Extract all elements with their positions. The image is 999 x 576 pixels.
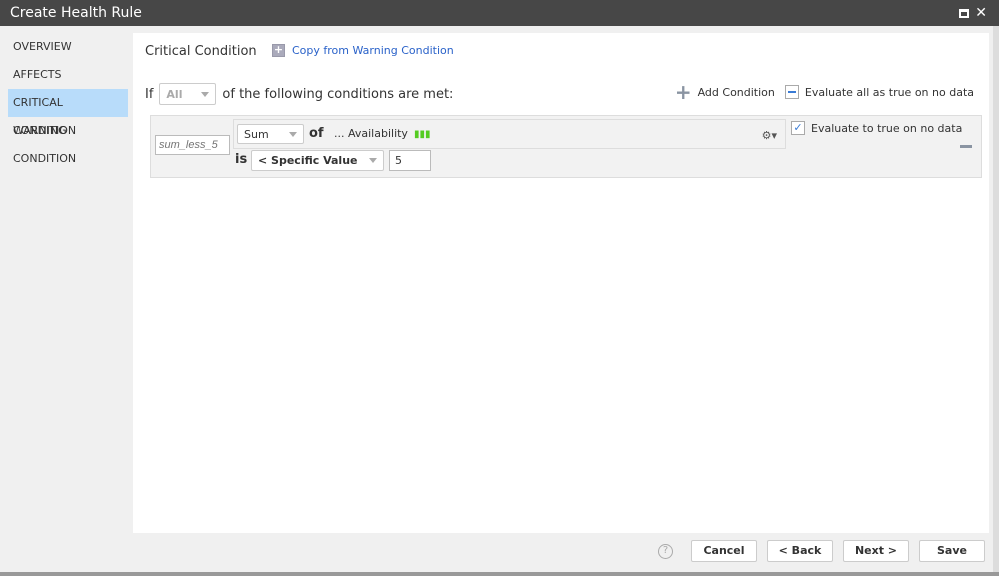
sidebar-item-overview[interactable]: OVERVIEW <box>0 33 130 61</box>
checkmark-icon: ✓ <box>791 121 805 135</box>
sidebar: OVERVIEW AFFECTS CRITICAL CONDITION WARN… <box>0 33 130 165</box>
evaluate-all-toggle[interactable]: Evaluate all as true on no data <box>784 85 974 99</box>
cancel-button[interactable]: Cancel <box>691 540 757 562</box>
match-suffix: of the following conditions are met: <box>222 86 454 102</box>
metric-link[interactable]: ... Availability <box>334 127 408 140</box>
main-panel: Critical Condition + Copy from Warning C… <box>133 33 989 533</box>
chevron-down-icon <box>201 91 210 97</box>
sidebar-item-warning-condition[interactable]: WARNING CONDITION <box>0 117 130 165</box>
next-button[interactable]: Next > <box>843 540 909 562</box>
scrollbar[interactable] <box>993 26 999 572</box>
value-input[interactable]: 5 <box>389 150 431 171</box>
bottom-border <box>0 572 999 576</box>
comparison-select[interactable]: < Specific Value <box>251 150 384 171</box>
copy-link-label: Copy from Warning Condition <box>292 44 454 57</box>
plus-icon: + <box>674 80 692 104</box>
sidebar-item-critical-condition[interactable]: CRITICAL CONDITION <box>8 89 128 137</box>
sidebar-item-affects[interactable]: AFFECTS <box>0 61 130 89</box>
evaluate-true-label: Evaluate to true on no data <box>811 121 963 135</box>
is-label: is <box>235 152 248 167</box>
chevron-down-icon <box>289 131 297 137</box>
copy-from-warning-link[interactable]: + Copy from Warning Condition <box>272 44 454 57</box>
window-title: Create Health Rule <box>10 5 142 21</box>
close-icon[interactable]: ✕ <box>975 0 987 26</box>
condition-name-input[interactable] <box>155 135 230 155</box>
aggregation-value: Sum <box>244 127 269 141</box>
evaluate-all-label: Evaluate all as true on no data <box>804 85 974 99</box>
back-button[interactable]: < Back <box>767 540 833 562</box>
gear-icon[interactable]: ⚙▾ <box>762 129 777 142</box>
remove-condition-icon[interactable] <box>960 145 972 148</box>
add-condition-label: Add Condition <box>697 85 775 99</box>
save-button[interactable]: Save <box>919 540 985 562</box>
footer: ? Cancel < Back Next > Save <box>658 540 985 562</box>
condition-row: Sum of ... Availability ▮▮▮ ⚙▾ is < Spec… <box>150 115 982 178</box>
title-bar: Create Health Rule ✕ <box>0 0 999 26</box>
metric-chart-icon[interactable]: ▮▮▮ <box>414 129 431 140</box>
of-label: of <box>309 126 324 141</box>
chevron-down-icon <box>369 158 377 163</box>
comparison-value: < Specific Value <box>258 154 358 167</box>
maximize-icon[interactable] <box>959 8 970 18</box>
help-icon[interactable]: ? <box>658 543 673 559</box>
match-select[interactable]: All <box>159 83 217 105</box>
page-title: Critical Condition <box>145 44 257 59</box>
aggregation-select[interactable]: Sum <box>237 124 304 144</box>
minus-box-icon <box>784 85 799 99</box>
add-condition-button[interactable]: + Add Condition <box>674 80 775 104</box>
copy-plus-icon: + <box>272 43 285 57</box>
metric-row: Sum of ... Availability ▮▮▮ ⚙▾ <box>233 119 786 149</box>
match-select-value: All <box>166 87 183 101</box>
evaluate-true-checkbox[interactable]: ✓ Evaluate to true on no data <box>791 121 962 135</box>
if-label: If <box>145 86 154 102</box>
